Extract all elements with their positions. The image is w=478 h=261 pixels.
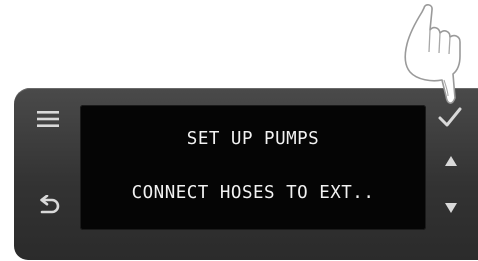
- back-button[interactable]: [35, 193, 63, 219]
- back-arrow-icon: [37, 195, 61, 217]
- arrow-up-icon: [444, 155, 458, 167]
- arrow-down-icon: [444, 202, 458, 214]
- display-line-2: CONNECT HOSES TO EXT..: [131, 183, 375, 203]
- display-line-1: SET UP PUMPS: [186, 129, 320, 149]
- menu-icon: [36, 110, 60, 128]
- menu-button[interactable]: [34, 108, 62, 130]
- control-panel-illustration: SET UP PUMPS CONNECT HOSES TO EXT..: [0, 0, 478, 261]
- down-button[interactable]: [440, 199, 462, 217]
- up-button[interactable]: [440, 152, 462, 170]
- lcd-display: SET UP PUMPS CONNECT HOSES TO EXT..: [80, 105, 426, 230]
- pointing-hand-icon: [392, 0, 472, 118]
